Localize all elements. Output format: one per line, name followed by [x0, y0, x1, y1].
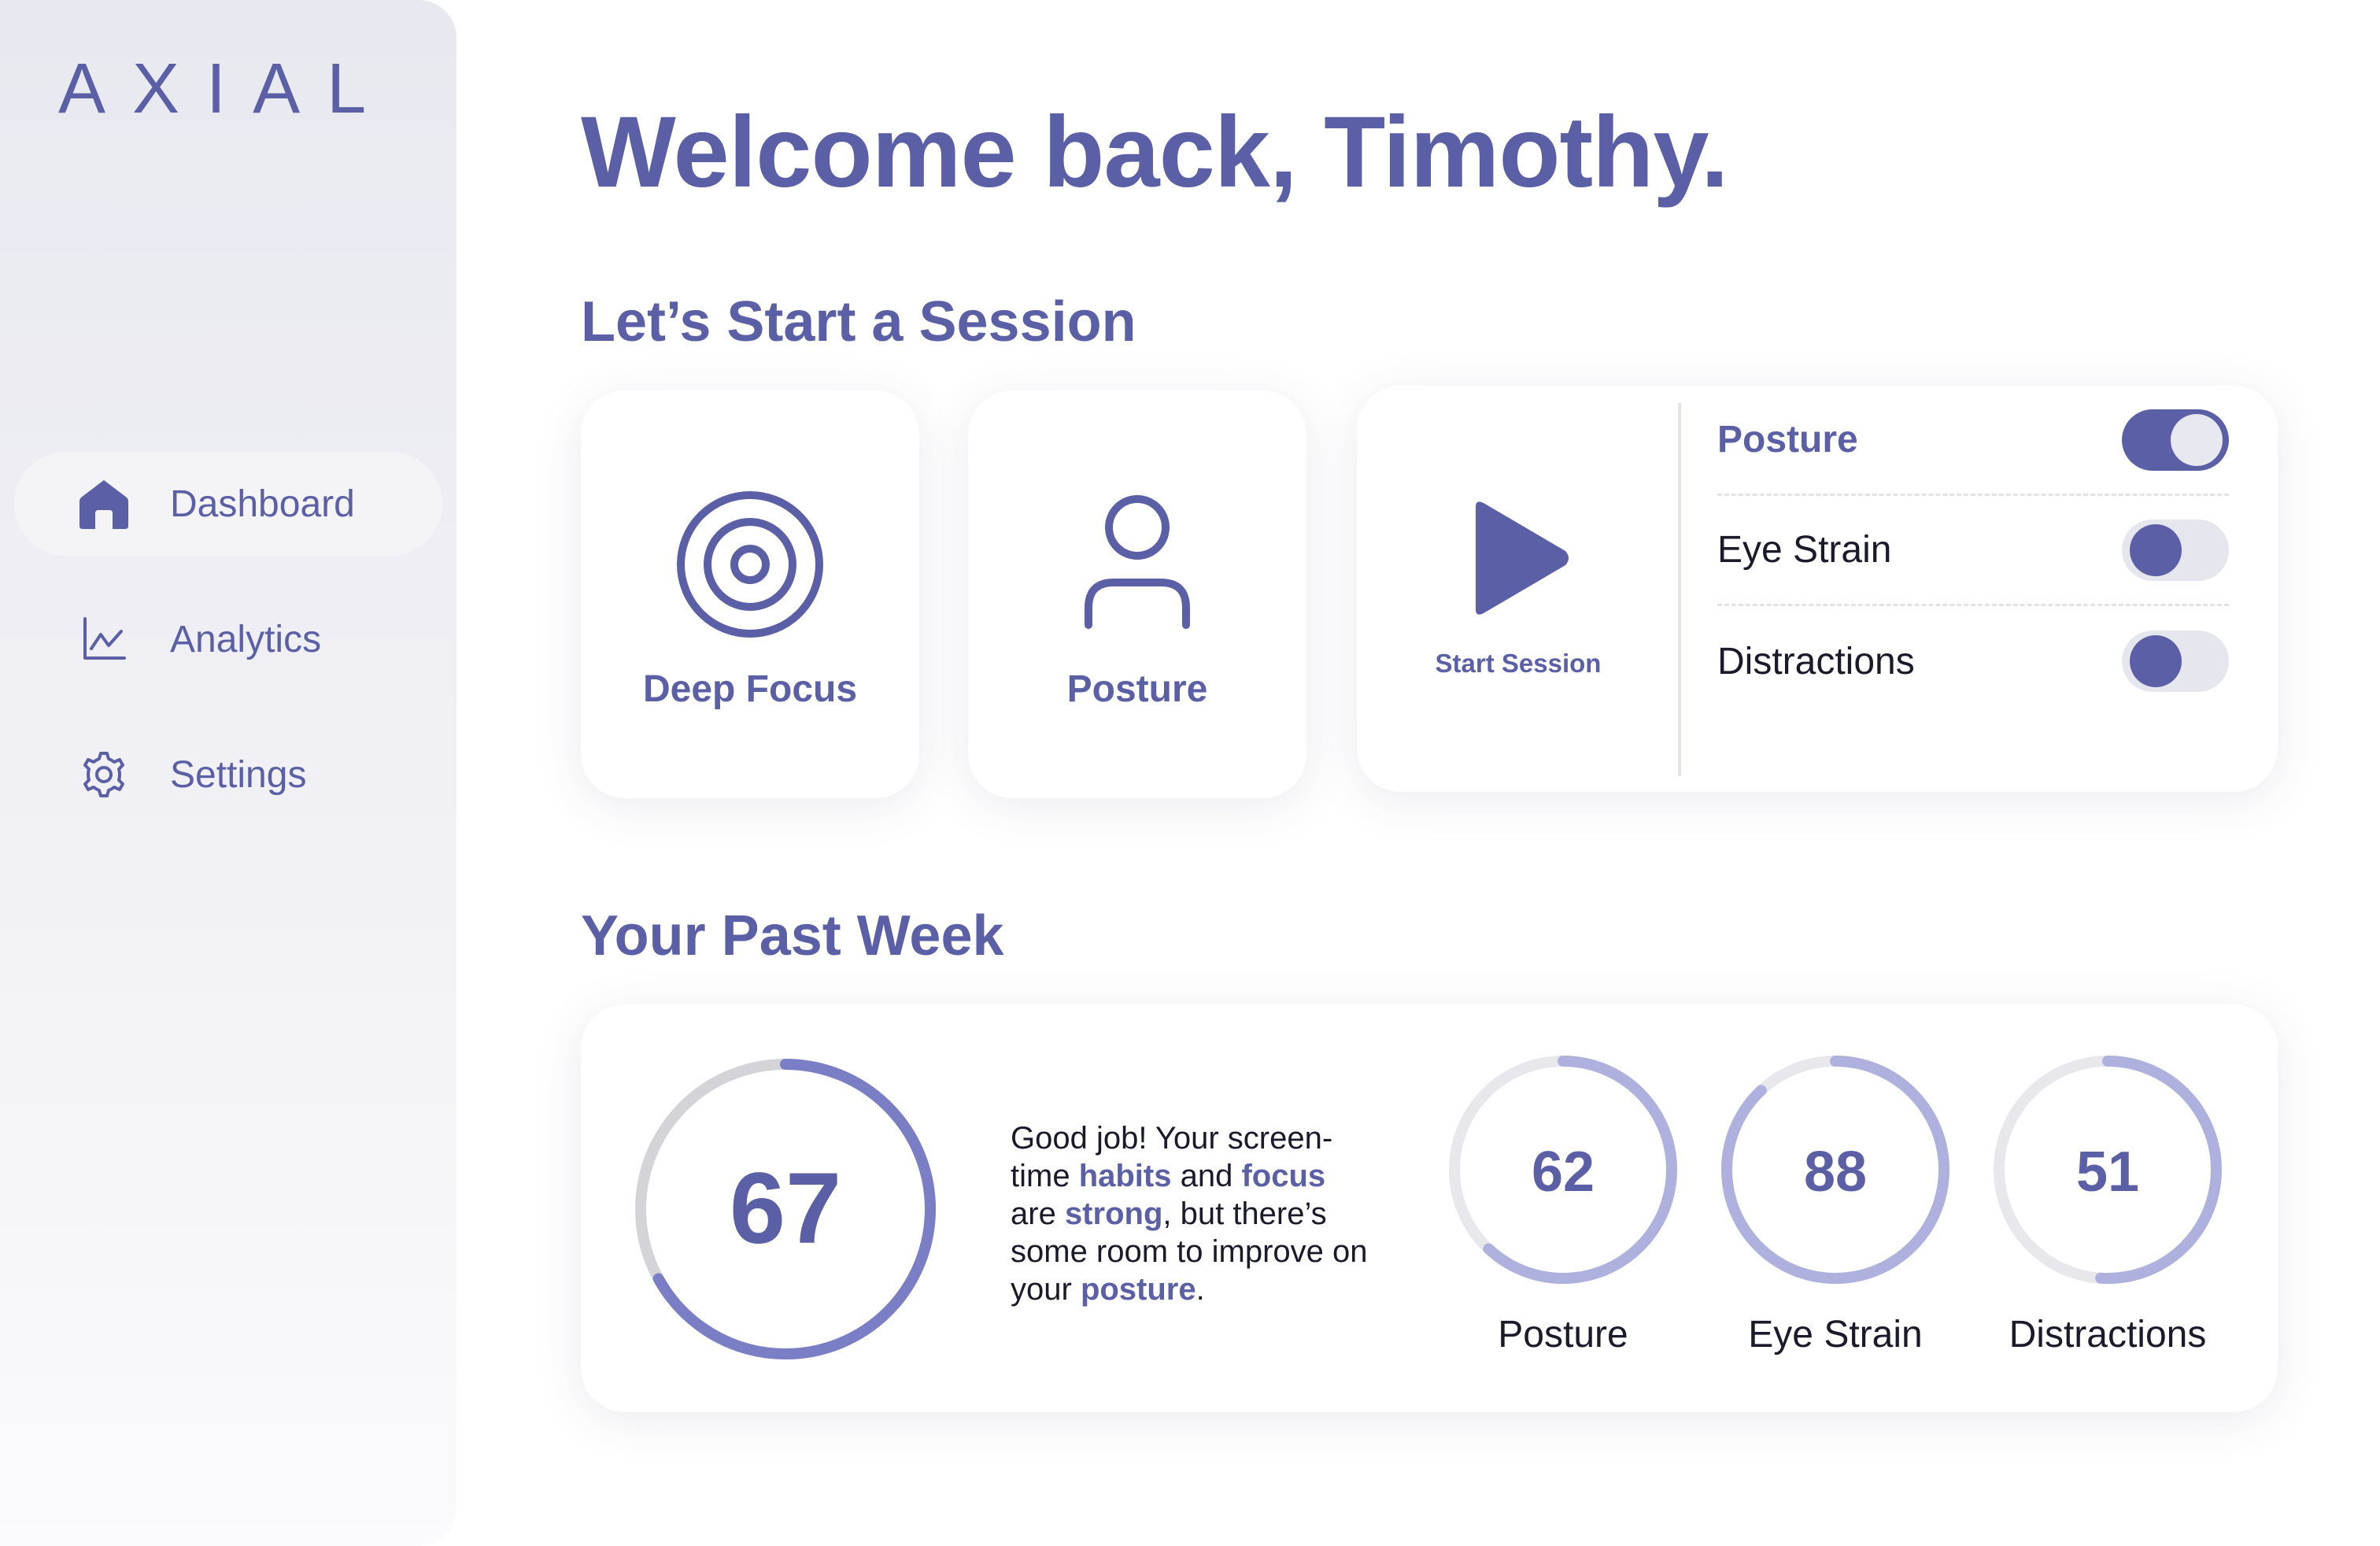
toggle-label: Posture — [1717, 419, 1858, 460]
week-heading: Your Past Week — [581, 904, 1004, 967]
mode-card-posture[interactable]: Posture — [968, 390, 1306, 798]
chart-line-icon — [72, 608, 135, 671]
metric-label: Eye Strain — [1748, 1314, 1923, 1356]
metric-label: Posture — [1498, 1314, 1628, 1356]
mode-label: Deep Focus — [642, 668, 858, 710]
week-summary: Good job! Your screen-time habits and fo… — [1011, 1121, 1368, 1307]
eye-strain-toggle[interactable] — [2122, 519, 2229, 581]
sidebar-item-label: Analytics — [170, 618, 322, 660]
sidebar-item-settings[interactable]: Settings — [14, 723, 442, 827]
posture-toggle[interactable] — [2122, 409, 2229, 471]
distractions-score-value: 51 — [2075, 1141, 2140, 1204]
person-icon — [1078, 490, 1196, 643]
metric-label: Distractions — [2009, 1314, 2207, 1356]
session-control-card: Start Session Posture Eye Strain Distrac… — [1357, 386, 2278, 792]
start-session-button[interactable]: Start Session — [1357, 386, 1680, 792]
toggle-row-distractions: Distractions — [1717, 606, 2229, 716]
overall-score-ring: 67 — [630, 1053, 941, 1365]
toggle-label: Distractions — [1717, 640, 1915, 682]
mode-label: Posture — [1066, 668, 1208, 710]
sidebar-item-dashboard[interactable]: Dashboard — [14, 452, 442, 556]
app-logo: AXIAL — [58, 50, 394, 128]
target-icon — [675, 490, 825, 643]
start-session-label: Start Session — [1435, 649, 1602, 678]
distractions-toggle[interactable] — [2122, 631, 2229, 692]
sidebar-item-label: Settings — [170, 753, 307, 796]
mode-card-deep-focus[interactable]: Deep Focus — [581, 390, 919, 798]
play-icon — [1465, 499, 1572, 621]
toggle-knob — [2130, 635, 2182, 687]
toggle-label: Eye Strain — [1717, 529, 1892, 571]
toggle-row-eye-strain: Eye Strain — [1717, 496, 2229, 606]
sidebar-item-label: Dashboard — [170, 483, 355, 525]
toggle-knob — [2171, 413, 2223, 466]
posture-score-value: 62 — [1531, 1141, 1595, 1204]
overall-score-value: 67 — [729, 1152, 842, 1265]
session-heading: Let’s Start a Session — [581, 290, 1136, 353]
page-title: Welcome back, Timothy. — [581, 96, 1729, 209]
home-icon — [72, 472, 135, 535]
sidebar-item-analytics[interactable]: Analytics — [14, 587, 442, 691]
toggle-knob — [2130, 523, 2182, 576]
sidebar: AXIAL Dashboard Analytics Settings — [0, 0, 456, 1546]
past-week-card: 67 Good job! Your screen-time habits and… — [581, 1004, 2278, 1412]
toggle-row-posture: Posture — [1717, 386, 2229, 496]
gear-icon — [72, 743, 135, 806]
eye-strain-score-ring: 88 — [1719, 1053, 1952, 1286]
divider — [1678, 403, 1681, 776]
posture-score-ring: 62 — [1447, 1053, 1680, 1286]
eye-strain-score-value: 88 — [1803, 1141, 1868, 1204]
distractions-score-ring: 51 — [1991, 1053, 2224, 1286]
